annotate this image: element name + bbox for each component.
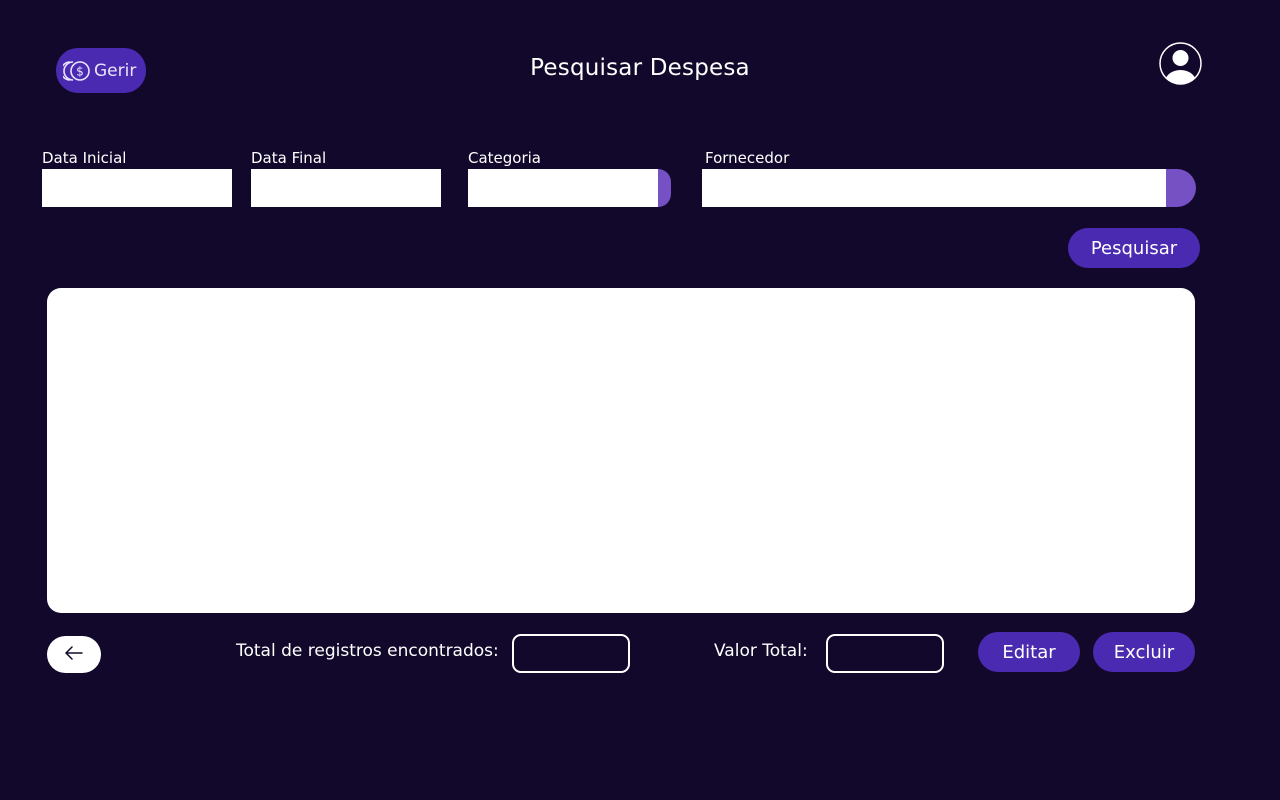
search-button[interactable]: Pesquisar: [1068, 228, 1200, 268]
data-final-label: Data Final: [251, 149, 327, 167]
user-avatar-button[interactable]: [1159, 41, 1202, 86]
page-title: Pesquisar Despesa: [530, 55, 750, 81]
results-table[interactable]: [47, 288, 1195, 613]
data-inicial-label: Data Inicial: [42, 149, 127, 167]
app-root: $ Gerir Pesquisar Despesa Data Inicial D…: [0, 0, 1280, 800]
total-value-label: Valor Total:: [714, 641, 808, 661]
back-button[interactable]: [47, 636, 101, 673]
delete-button[interactable]: Excluir: [1093, 632, 1195, 672]
categoria-dropdown-button[interactable]: [658, 169, 671, 207]
data-final-input[interactable]: [251, 169, 441, 207]
data-inicial-field: [42, 169, 232, 207]
total-value-value: [826, 634, 944, 673]
total-records-value: [512, 634, 630, 673]
fornecedor-label: Fornecedor: [705, 149, 790, 167]
arrow-left-icon: [64, 646, 84, 663]
total-records-label: Total de registros encontrados:: [236, 641, 499, 661]
data-inicial-input[interactable]: [42, 169, 232, 207]
fornecedor-dropdown-button[interactable]: [1166, 169, 1196, 207]
fornecedor-input[interactable]: [702, 169, 1166, 207]
fornecedor-field: [702, 169, 1196, 207]
edit-button[interactable]: Editar: [978, 632, 1080, 672]
categoria-input[interactable]: [468, 169, 658, 207]
categoria-label: Categoria: [468, 149, 542, 167]
data-final-field: [251, 169, 441, 207]
categoria-field: [468, 169, 671, 207]
user-icon: [1159, 42, 1202, 90]
